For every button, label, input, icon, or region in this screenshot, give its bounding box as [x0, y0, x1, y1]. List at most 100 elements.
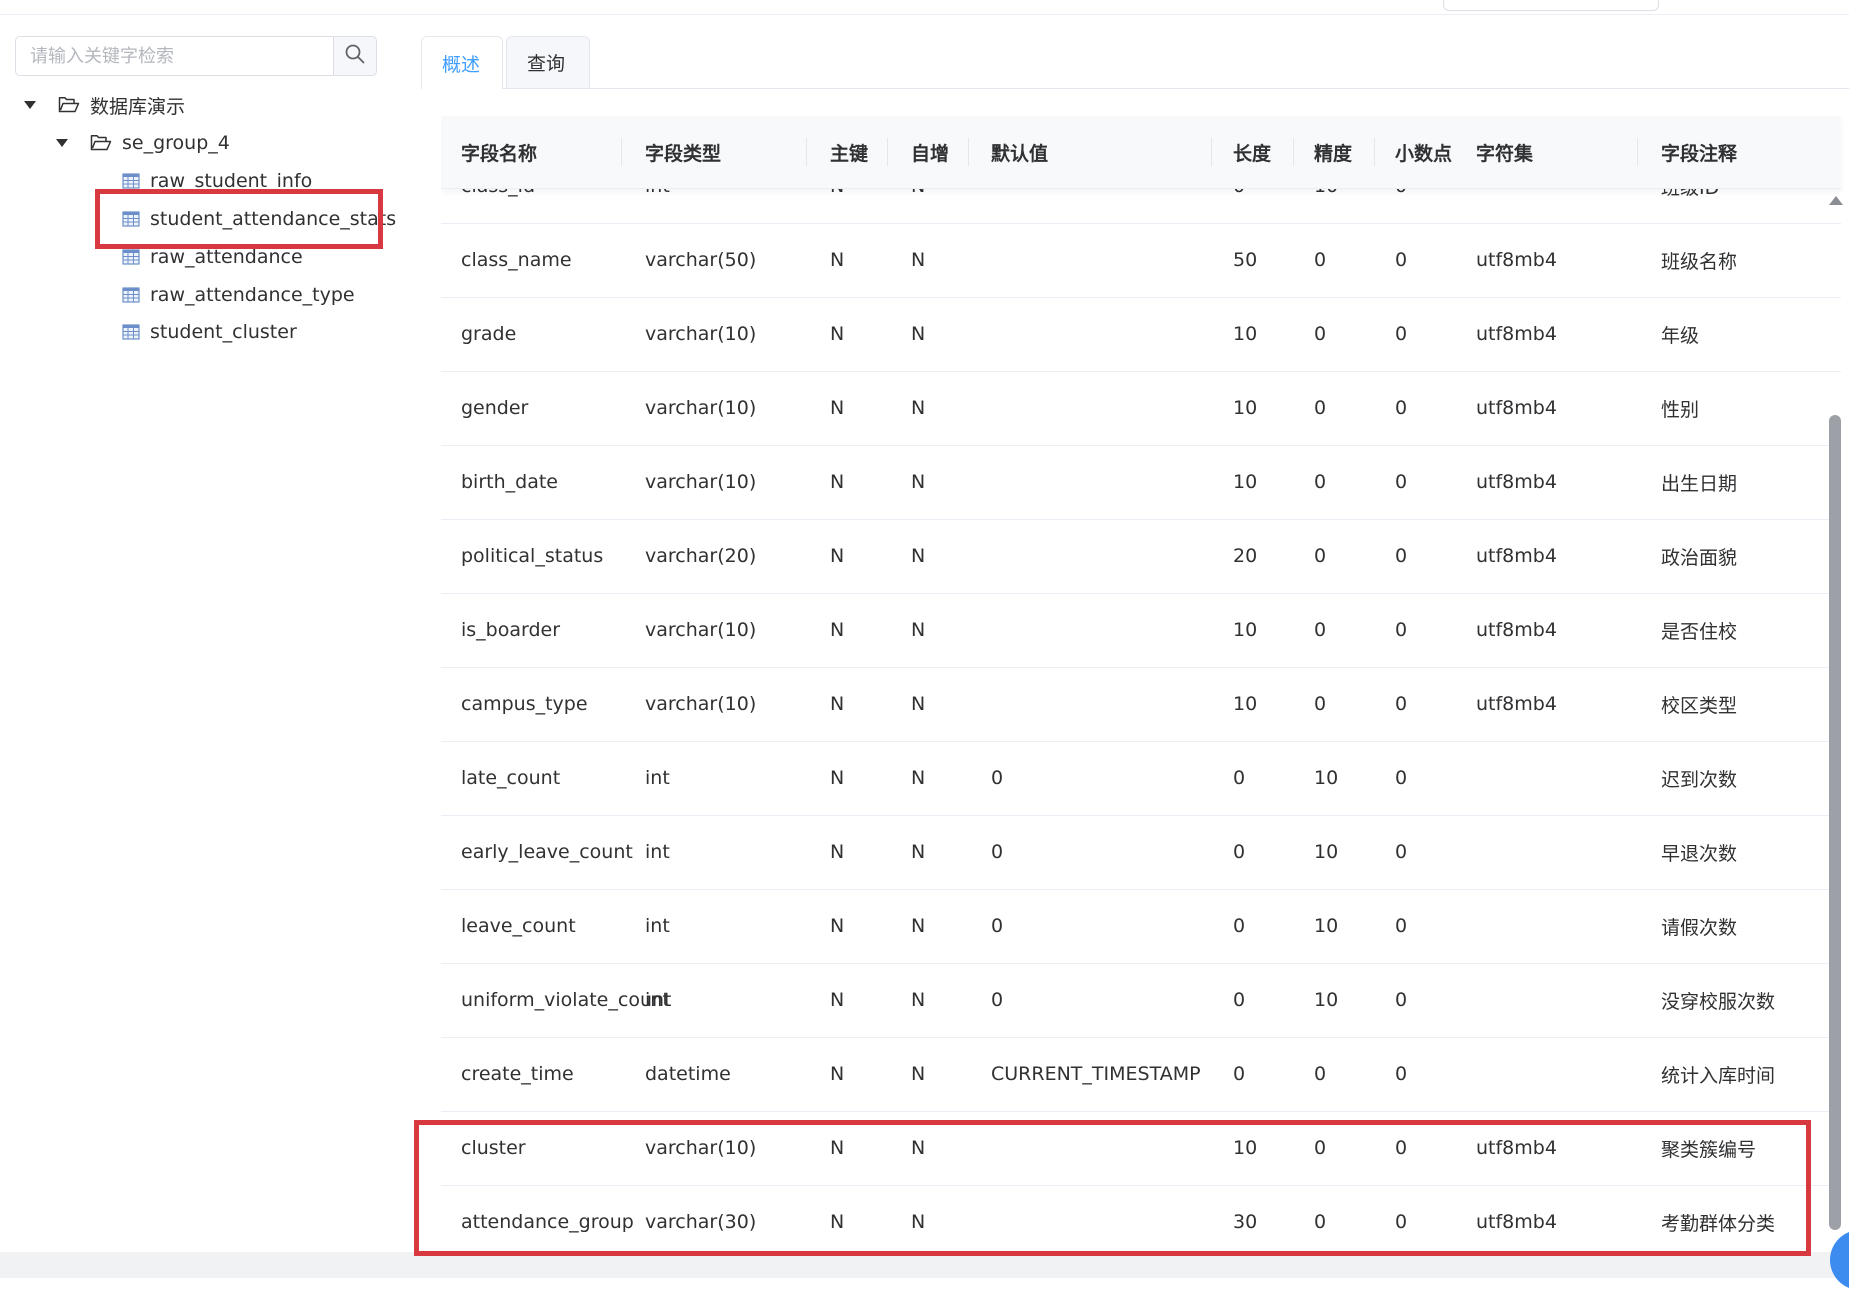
table-cell: N	[830, 619, 845, 641]
folder-open-icon	[90, 134, 112, 152]
table-cell: utf8mb4	[1476, 471, 1557, 493]
table-cell: N	[911, 249, 926, 271]
table-cell: utf8mb4	[1476, 249, 1557, 271]
table-cell: 10	[1233, 397, 1258, 419]
table-icon	[122, 324, 140, 340]
table-cell: 0	[1395, 767, 1408, 789]
table-cell: 0	[1314, 619, 1327, 641]
tree-table-label: student_cluster	[150, 321, 297, 343]
column-divider[interactable]	[806, 138, 807, 166]
table-cell: CURRENT_TIMESTAMP	[991, 1063, 1201, 1085]
table-row[interactable]: create_time datetime N N CURRENT_TIMESTAMP 0 0…	[441, 1037, 1841, 1112]
table-cell: N	[830, 693, 845, 715]
column-divider[interactable]	[1374, 138, 1375, 166]
column-divider[interactable]	[887, 138, 888, 166]
top-input-edge[interactable]	[1443, 0, 1659, 11]
column-divider[interactable]	[1637, 138, 1638, 166]
tree-table-label: raw_attendance	[150, 246, 303, 268]
table-cell: create_time	[461, 1063, 574, 1085]
table-row[interactable]: leave_count int N N 0 0 10 0 请假次数	[441, 889, 1841, 964]
table-cell: varchar(10)	[645, 323, 757, 345]
table-cell: int	[645, 841, 670, 863]
column-header: 精度	[1314, 142, 1353, 165]
scrollbar-thumb[interactable]	[1829, 415, 1841, 1230]
table-cell: N	[911, 915, 926, 937]
table-cell: N	[830, 397, 845, 419]
table-cell: int	[645, 989, 670, 1011]
table-cell: 0	[1233, 767, 1246, 789]
table-cell: birth_date	[461, 471, 558, 493]
table-cell: N	[830, 323, 845, 345]
table-row[interactable]: class_name varchar(50) N N 50 0 0 utf8mb4 班级名称	[441, 223, 1841, 298]
search-icon	[344, 43, 366, 69]
tree-table-student-cluster[interactable]: student_cluster	[122, 316, 297, 348]
table-header: 字段名称 字段类型 主键 自增 默认值 长度 精度 小数点 字符集 字段注释	[441, 116, 1841, 189]
table-cell: 0	[1395, 841, 1408, 863]
table-cell: N	[911, 841, 926, 863]
table-cell: class_name	[461, 249, 572, 271]
table-row[interactable]: political_status varchar(20) N N 20 0 0 utf8mb4…	[441, 519, 1841, 594]
table-cell: 0	[1233, 1063, 1246, 1085]
table-cell: 0	[1395, 471, 1408, 493]
table-cell: utf8mb4	[1476, 693, 1557, 715]
table-cell: 0	[1395, 397, 1408, 419]
table-row[interactable]: grade varchar(10) N N 10 0 0 utf8mb4 年级	[441, 297, 1841, 372]
table-row[interactable]: early_leave_count int N N 0 0 10 0 早退次数	[441, 815, 1841, 890]
table-cell: 10	[1314, 767, 1339, 789]
scroll-up-arrow-icon[interactable]	[1829, 196, 1843, 205]
table-row[interactable]: campus_type varchar(10) N N 10 0 0 utf8mb4 校区类型	[441, 667, 1841, 742]
table-cell: 0	[1233, 841, 1246, 863]
table-cell: N	[911, 397, 926, 419]
table-cell: 0	[1395, 249, 1408, 271]
table-row[interactable]: is_boarder varchar(10) N N 10 0 0 utf8mb4 是否住校	[441, 593, 1841, 668]
table-cell: N	[830, 545, 845, 567]
table-cell: N	[911, 767, 926, 789]
table-cell: 0	[1314, 471, 1327, 493]
table-row[interactable]: birth_date varchar(10) N N 10 0 0 utf8mb4 出生日期	[441, 445, 1841, 520]
tree-node-root[interactable]: 数据库演示	[24, 89, 185, 121]
table-cell: utf8mb4	[1476, 323, 1557, 345]
table-cell: 50	[1233, 249, 1258, 271]
top-bar	[0, 0, 1849, 15]
table-cell: datetime	[645, 1063, 731, 1085]
table-cell: 10	[1233, 471, 1258, 493]
tab-query[interactable]: 查询	[506, 36, 590, 88]
column-divider[interactable]	[1293, 138, 1294, 166]
tree-label-root: 数据库演示	[90, 95, 186, 118]
caret-down-icon[interactable]	[56, 139, 68, 147]
tab-overview[interactable]: 概述	[421, 36, 503, 89]
table-row[interactable]: uniform_violate_count int N N 0 0 10 0 没穿校服次数	[441, 963, 1841, 1038]
table-cell: 0	[1314, 545, 1327, 567]
folder-open-icon	[58, 96, 80, 114]
table-cell: varchar(10)	[645, 693, 757, 715]
column-divider[interactable]	[968, 138, 969, 166]
table-cell: N	[911, 471, 926, 493]
table-cell: 迟到次数	[1661, 768, 1738, 791]
table-cell: 10	[1233, 619, 1258, 641]
table-cell: is_boarder	[461, 619, 561, 641]
table-cell: N	[830, 767, 845, 789]
caret-down-icon[interactable]	[24, 101, 36, 109]
table-cell: late_count	[461, 767, 561, 789]
table-cell: N	[911, 323, 926, 345]
table-cell: N	[911, 989, 926, 1011]
tree-table-raw-attendance-type[interactable]: raw_attendance_type	[122, 279, 355, 311]
search-button[interactable]	[333, 37, 376, 75]
table-cell: N	[830, 915, 845, 937]
tree-label-group: se_group_4	[122, 132, 230, 154]
table-cell: N	[911, 1063, 926, 1085]
table-cell: N	[911, 693, 926, 715]
tree-node-group[interactable]: se_group_4	[56, 127, 230, 159]
column-divider[interactable]	[1211, 138, 1212, 166]
table-cell: 出生日期	[1661, 472, 1738, 495]
column-header: 自增	[911, 142, 950, 165]
column-divider[interactable]	[621, 138, 622, 166]
table-cell: 0	[1395, 1063, 1408, 1085]
table-cell: 10	[1233, 323, 1258, 345]
table-cell: varchar(50)	[645, 249, 757, 271]
table-cell: utf8mb4	[1476, 397, 1557, 419]
table-cell: N	[830, 841, 845, 863]
search-input[interactable]	[16, 37, 336, 75]
table-row[interactable]: gender varchar(10) N N 10 0 0 utf8mb4 性别	[441, 371, 1841, 446]
table-row[interactable]: late_count int N N 0 0 10 0 迟到次数	[441, 741, 1841, 816]
